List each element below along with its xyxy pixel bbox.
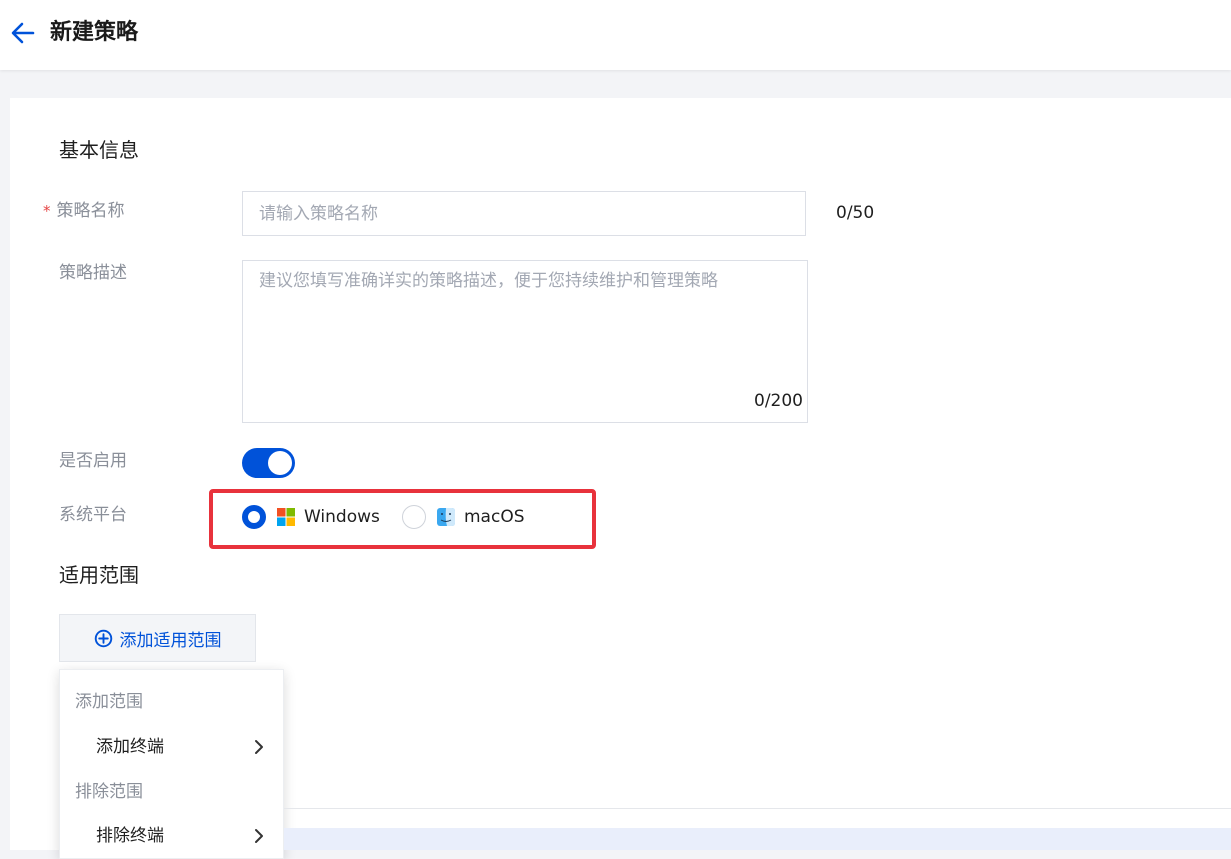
menu-item-exclude-terminal[interactable]: 排除终端	[60, 816, 285, 856]
section-divider	[284, 808, 1231, 809]
menu-item-add-terminal-label: 添加终端	[96, 737, 164, 757]
policy-name-label: * 策略名称	[43, 199, 125, 223]
toggle-knob	[268, 451, 292, 475]
policy-desc-counter: 0/200	[754, 391, 803, 411]
scope-dropdown-menu: 添加范围 添加终端 排除范围 排除终端	[59, 669, 284, 859]
page-title: 新建策略	[50, 20, 139, 45]
form-panel: 基本信息 * 策略名称 0/50 策略描述 0/200 是否启用 系统平台 Win…	[10, 98, 1231, 859]
platform-label: 系统平台	[59, 505, 127, 525]
info-banner	[284, 828, 1231, 850]
dropdown-group-add: 添加范围	[75, 692, 143, 712]
dropdown-group-exclude: 排除范围	[75, 782, 143, 802]
enabled-label: 是否启用	[59, 451, 127, 471]
plus-circle-icon	[94, 629, 112, 647]
chevron-right-icon	[255, 829, 263, 843]
scope-title: 适用范围	[59, 563, 139, 587]
radio-macos[interactable]: macOS	[402, 503, 525, 531]
macos-label: macOS	[464, 507, 525, 527]
policy-desc-textarea[interactable]	[242, 260, 808, 423]
back-arrow-icon[interactable]	[10, 20, 36, 46]
windows-label: Windows	[304, 507, 380, 527]
finder-icon	[437, 508, 455, 526]
radio-macos-circle[interactable]	[402, 505, 426, 529]
policy-desc-label: 策略描述	[59, 263, 127, 283]
policy-name-label-text: 策略名称	[56, 201, 125, 221]
add-scope-button-label: 添加适用范围	[119, 630, 222, 651]
required-mark: *	[43, 202, 51, 220]
add-scope-button[interactable]: 添加适用范围	[59, 614, 256, 662]
windows-icon	[277, 508, 295, 526]
policy-name-counter: 0/50	[836, 203, 875, 223]
radio-windows-circle[interactable]	[242, 505, 266, 529]
top-bar: 新建策略	[0, 0, 1231, 70]
enabled-toggle[interactable]	[242, 448, 295, 478]
policy-name-input[interactable]	[242, 191, 806, 236]
chevron-right-icon	[255, 740, 263, 754]
basic-info-title: 基本信息	[59, 138, 139, 162]
menu-item-add-terminal[interactable]: 添加终端	[60, 727, 285, 767]
menu-item-exclude-terminal-label: 排除终端	[96, 826, 164, 846]
radio-windows[interactable]: Windows	[242, 503, 380, 531]
